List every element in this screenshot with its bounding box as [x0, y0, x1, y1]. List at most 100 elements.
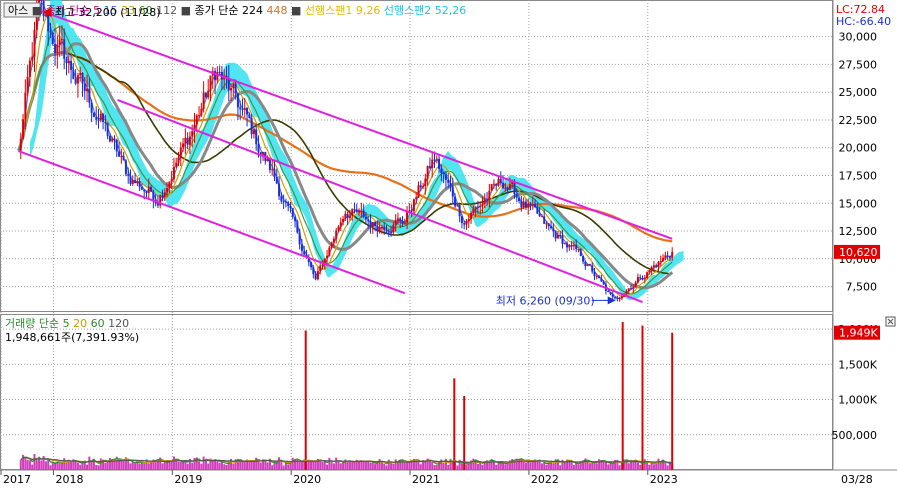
candle-body [593, 271, 596, 277]
candle-body [58, 39, 61, 46]
candle-body [657, 261, 660, 268]
volume-bar [346, 461, 349, 470]
volume-bar [56, 462, 59, 470]
candle-body [22, 119, 25, 139]
candle-body [424, 178, 427, 187]
candle-body [531, 204, 534, 206]
volume-bar [310, 461, 313, 470]
candle-body [440, 168, 443, 173]
volume-bar [339, 463, 342, 470]
candle-body [186, 137, 189, 145]
candle-body [262, 152, 265, 155]
volume-bar [621, 322, 624, 470]
candle-body [95, 116, 98, 120]
candle-body [467, 219, 470, 221]
candle-body [74, 78, 77, 84]
candle-body [444, 174, 447, 180]
x-tick-label: 2021 [412, 473, 440, 486]
volume-bar [129, 463, 132, 470]
candle-body [646, 272, 649, 279]
volume-bar [636, 462, 639, 470]
volume-bar [348, 461, 351, 470]
candle-body [19, 138, 22, 151]
candle-body [150, 186, 153, 192]
candle-body [433, 159, 436, 161]
candle-body [497, 178, 500, 186]
candle-body [298, 232, 301, 245]
candle-body [566, 243, 569, 248]
candle-body [104, 122, 107, 124]
candle-body [86, 88, 89, 92]
candle-body [614, 297, 617, 299]
volume-bar [362, 461, 365, 470]
candle-body [611, 294, 614, 298]
volume-bar [378, 459, 381, 470]
candle-body [268, 158, 271, 170]
candle-body [602, 281, 605, 285]
candle-body [607, 290, 610, 293]
candle-body [664, 255, 667, 258]
volume-bar [465, 464, 468, 470]
candle-body [113, 138, 116, 140]
candle-body [65, 58, 68, 64]
candle-body [216, 71, 219, 81]
candle-body [641, 278, 644, 280]
max-annotation: 최고 32,200 (11/28) [42, 6, 161, 19]
volume-bar [271, 465, 274, 470]
x-axis-area [0, 470, 897, 489]
volume-bar [120, 459, 123, 470]
candle-body [376, 226, 379, 232]
volume-bar [143, 463, 146, 470]
candle-body [598, 276, 601, 279]
volume-bar [643, 459, 646, 470]
volume-bar [51, 462, 54, 470]
price-tick-label: 30,000 [839, 31, 878, 44]
candle-body [152, 191, 155, 201]
candle-body [616, 298, 619, 300]
volume-bar [280, 461, 283, 470]
candle-body [362, 210, 365, 218]
candle-body [67, 60, 70, 64]
candle-body [115, 139, 118, 152]
volume-bar [502, 463, 505, 470]
volume-bar [127, 460, 130, 470]
volume-bar [433, 465, 436, 470]
candle-body [495, 183, 498, 186]
volume-bar [99, 458, 102, 470]
candle-body [163, 192, 166, 197]
price-tick-label: 15,000 [839, 197, 878, 210]
candle-body [625, 291, 628, 295]
candle-body [595, 276, 598, 278]
candle-body [403, 222, 406, 224]
volume-bar [216, 461, 219, 470]
candle-body [54, 44, 57, 54]
candle-body [337, 226, 340, 231]
candle-body [520, 200, 523, 207]
stock-chart[interactable]: 7,50010,00012,50015,00017,50020,00022,50… [0, 0, 897, 489]
candle-body [481, 203, 484, 206]
volume-bar [70, 461, 73, 470]
candle-body [545, 223, 548, 225]
candle-body [540, 216, 543, 218]
volume-bar [591, 462, 594, 470]
candle-body [415, 197, 418, 200]
volume-bar [415, 460, 418, 470]
candle-body [280, 196, 283, 202]
candle-body [83, 83, 86, 92]
stock-chart-window: 7,500 10,000 12,500 15,000 17,500 20,000 22,50… [0, 0, 897, 489]
volume-bar [611, 463, 614, 470]
volume-tick-label: 1,500K [838, 358, 877, 371]
price-tick-label: 22,500 [839, 114, 878, 127]
volume-bar [577, 464, 580, 470]
candle-body [303, 250, 306, 255]
candle-body [476, 206, 479, 208]
legend-item: 선행스팬1 9,26 [301, 4, 380, 17]
candle-body [502, 182, 505, 189]
candle-body [108, 135, 111, 142]
volume-bar [492, 461, 495, 470]
volume-bar [79, 464, 82, 470]
candle-body [330, 242, 333, 248]
candle-body [390, 232, 393, 234]
candle-body [529, 203, 532, 206]
candle-body [348, 215, 351, 218]
